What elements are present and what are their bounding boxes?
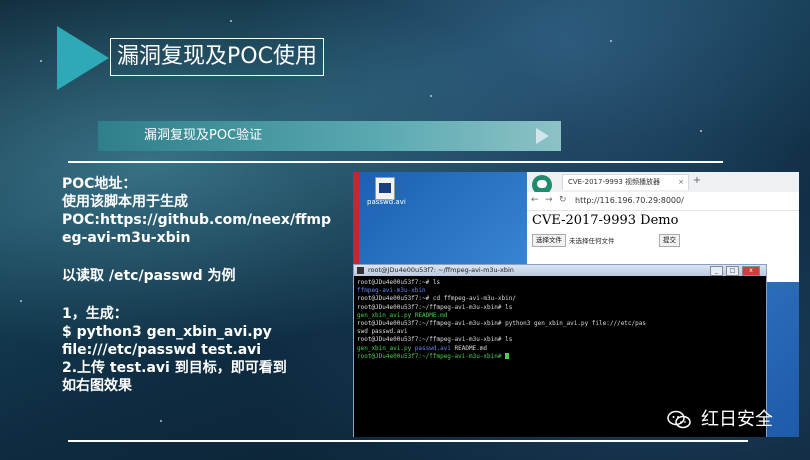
close-button[interactable]: x [742,266,760,276]
text-line: 以读取 /etc/passwd 为例 [62,268,236,284]
terminal-line: root@JDu4e00u53f7:~# cd ffmpeg-avi-m3u-x… [357,295,516,303]
text-line: 如右图效果 [62,378,132,394]
tab-close-icon[interactable]: × [678,175,684,190]
text-line: 使用该脚本用于生成 [62,194,188,210]
terminal-title: root@JDu4e00u53f7: ~/ffmpeg-avi-m3u-xbin [368,266,514,274]
star [700,130,702,132]
terminal-output: root@JDu4e00u53f7:~# ls ffmpeg-avi-m3u-xb… [357,279,762,361]
star [230,20,232,22]
terminal-icon [357,267,364,274]
text-line: POC:https://github.com/neex/ffmp [62,212,332,228]
browser-tabbar: CVE-2017-9993 视频播放器 × + [527,172,799,195]
text-line: 1，生成： [62,306,128,322]
terminal-line: swd passwd.avi [357,328,408,336]
brand-text: 红日安全 [701,409,773,430]
star [430,95,432,97]
star [40,60,42,62]
star [610,40,612,42]
terminal-line: gen_xbin_avi.py passwd.avi README.md [357,344,488,352]
maximize-button[interactable]: □ [726,266,739,276]
submit-button[interactable]: 提交 [659,234,680,247]
terminal-cursor [505,353,510,360]
address-bar: ← → ↻ http://116.196.70.29:8000/ [527,192,799,211]
terminal-line: root@JDu4e00u53f7:~/ffmpeg-avi-m3u-xbin#… [357,303,513,311]
section-label: 漏洞复现及POC验证 [144,128,263,143]
desktop-edge [353,172,359,267]
text-line: 2.上传 test.avi 到目标，即可看到 [62,360,287,376]
terminal-line: gen_xbin_avi.py README.md [357,311,448,319]
browser-tab[interactable]: CVE-2017-9993 视频播放器 × [562,174,689,190]
tab-title: CVE-2017-9993 视频播放器 [568,178,661,186]
text-line: POC地址： [62,176,137,192]
choose-file-button[interactable]: 选择文件 [532,234,566,247]
terminal-line: root@JDu4e00u53f7:~/ffmpeg-avi-m3u-xbin# [357,353,762,361]
slide-title: 漏洞复现及POC使用 [110,38,324,76]
screenshot-panel: passwd.avi CVE-2017-9993 视频播放器 × + ← → ↻… [353,172,799,437]
star [20,300,22,302]
terminal-titlebar: root@JDu4e00u53f7: ~/ffmpeg-avi-m3u-xbin… [354,265,766,276]
new-tab-button[interactable]: + [690,175,704,187]
no-file-text: 未选择任何文件 [569,237,615,245]
terminal-line: root@JDu4e00u53f7:~/ffmpeg-avi-m3u-xbin#… [357,320,646,328]
url-input[interactable]: http://116.196.70.29:8000/ [575,194,793,207]
reload-icon[interactable]: ↻ [559,195,567,205]
back-icon[interactable]: ← [531,195,539,205]
wechat-icon [667,410,691,429]
terminal-line: ffmpeg-avi-m3u-xbin [357,287,426,295]
instructions-text: POC地址： 使用该脚本用于生成 POC:https://github.com/… [62,175,347,395]
forward-icon[interactable]: → [545,195,553,205]
text-line: file:///etc/passwd test.avi [62,342,262,358]
star [160,420,162,422]
text-line: $ python3 gen_xbin_avi.py [62,324,272,340]
bottom-divider [68,440,748,442]
terminal-line: root@JDu4e00u53f7:~# ls [357,279,441,286]
text-line: eg-avi-m3u-xbin [62,230,191,246]
video-file-icon[interactable] [375,177,395,200]
section-bar: 漏洞复现及POC验证 [98,121,561,151]
desktop-file-label[interactable]: passwd.avi [367,198,406,206]
top-divider [68,161,723,163]
minimize-button[interactable]: _ [710,266,723,276]
title-arrow-icon [57,26,109,90]
page-heading: CVE-2017-9993 Demo [532,213,679,228]
play-icon [536,128,549,144]
terminal-line: root@JDu4e00u53f7:~/ffmpeg-avi-m3u-xbin#… [357,336,513,344]
